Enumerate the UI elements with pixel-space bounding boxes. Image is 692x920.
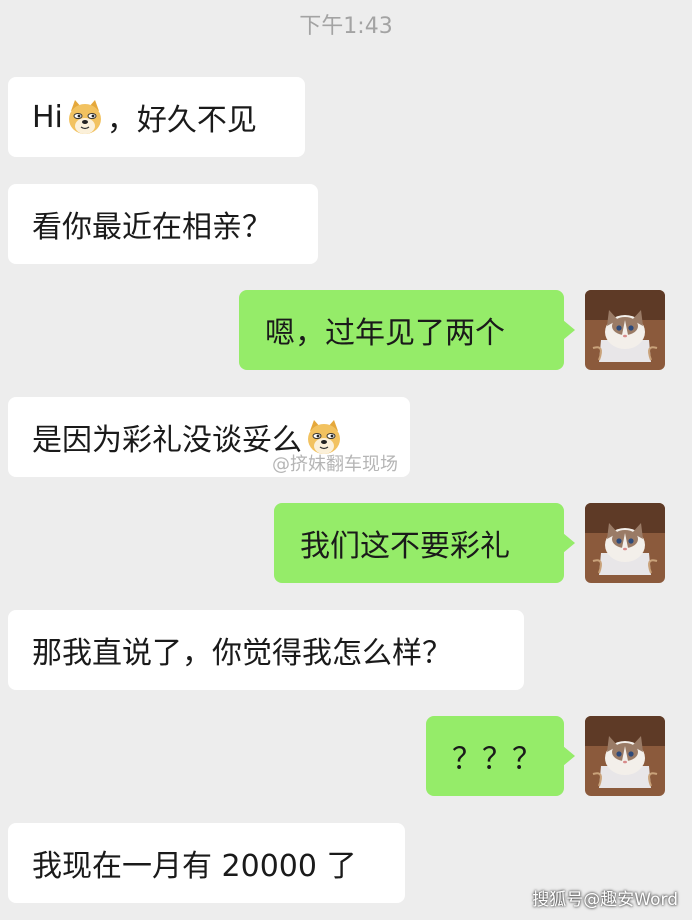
message-text: ？？？ (452, 742, 542, 777)
cat-avatar[interactable] (585, 503, 665, 583)
doge-emoji-icon (65, 97, 105, 137)
message-bubble-3[interactable]: 嗯，过年见了两个 (239, 290, 575, 370)
cat-avatar-icon (585, 716, 665, 796)
cat-avatar[interactable] (585, 290, 665, 370)
message-text: 那我直说了，你觉得我怎么样？ (32, 636, 452, 671)
message-bubble-5[interactable]: 我们这不要彩礼 (274, 503, 575, 583)
message-bubble-7[interactable]: ？？？ (426, 716, 575, 796)
message-text: ，好久不见 (106, 103, 257, 138)
message-text: 我们这不要彩礼 (300, 529, 510, 564)
message-text: 是因为彩礼没谈妥么 (32, 423, 302, 458)
message-text: 嗯，过年见了两个 (265, 316, 505, 351)
message-text: Hi (32, 99, 63, 135)
watermark: @挤妹翻车现场 (272, 454, 398, 475)
message-text: 我现在一月有 20000 了 (32, 849, 357, 884)
message-text: 看你最近在相亲？ (32, 210, 272, 245)
cat-avatar-icon (585, 290, 665, 370)
message-bubble-8[interactable]: 我现在一月有 20000 了 (8, 823, 405, 903)
cat-avatar[interactable] (585, 716, 665, 796)
message-bubble-1[interactable]: Hi ，好久不见 (8, 77, 305, 157)
timestamp: 下午1:43 (299, 14, 393, 39)
cat-avatar-icon (585, 503, 665, 583)
message-bubble-2[interactable]: 看你最近在相亲？ (8, 184, 318, 264)
corner-watermark: 搜狐号@趣安Word (532, 890, 678, 910)
message-bubble-6[interactable]: 那我直说了，你觉得我怎么样？ (8, 610, 524, 690)
